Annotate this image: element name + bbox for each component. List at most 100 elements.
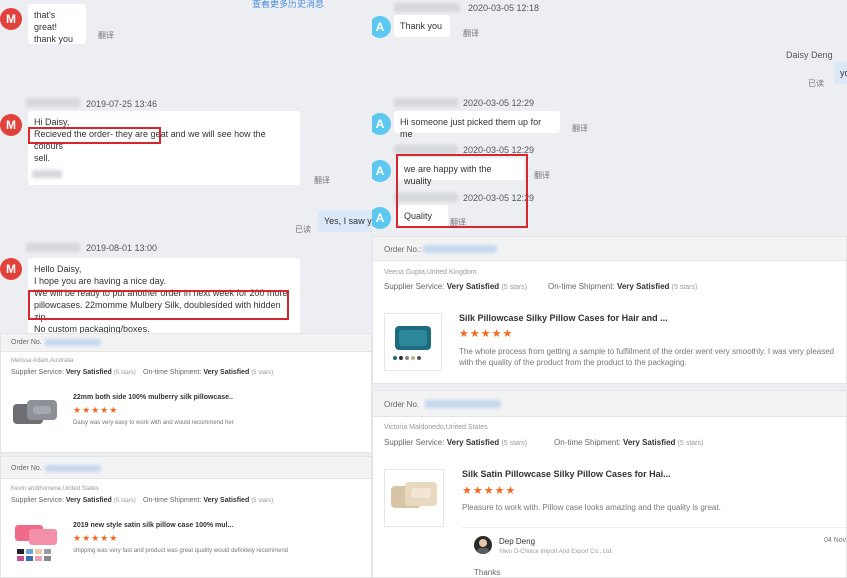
review-comment: Pleasure to work with. Pillow case looks… (462, 503, 721, 512)
buyer-avatar: M (0, 8, 22, 30)
message-text: yo (840, 68, 847, 78)
teal-pillowcase-icon (393, 326, 431, 360)
shipment-rating: On-time Shipment: Very Satisfied (5 star… (548, 282, 697, 291)
shipment-value: Very Satisfied (622, 438, 676, 447)
chat-bubble: Thank you (394, 15, 450, 37)
translate-link[interactable]: 翻译 (534, 170, 550, 181)
supplier-label: Supplier Service: (384, 438, 445, 447)
shipment-stars: (5 stars) (677, 440, 704, 447)
review-card: Order No. Victoria Maldonedo,United Stat… (372, 390, 847, 578)
order-header: Order No. (373, 391, 846, 417)
review-comment-line: with the quality of the product from the… (459, 358, 687, 367)
order-label: Order No.: (384, 245, 422, 254)
pink-pillowcase-icon (15, 525, 57, 561)
message-timestamp: 2020-03-05 12:29 (463, 98, 535, 108)
shipment-rating: On-time Shipment: Very Satisfied (5 star… (143, 497, 273, 504)
rating-stars: ★★★★★ (462, 485, 517, 497)
translate-link[interactable]: 翻译 (463, 28, 479, 39)
product-title[interactable]: 22mm both side 100% mulberry silk pillow… (73, 394, 233, 401)
product-image[interactable] (11, 519, 61, 565)
blurred-sender-name (394, 98, 458, 107)
message-text: that's great! (34, 10, 58, 32)
review-card: Order No. Kevin andthomene,United States… (0, 456, 372, 578)
supplier-rating: Supplier Service: Very Satisfied (5 star… (11, 369, 136, 376)
blurred-sender-name (26, 243, 80, 252)
seller-avatar (474, 536, 492, 554)
review-card: Order No.: Veena Gupta,United Kingdom Su… (372, 236, 847, 384)
translate-link[interactable]: 翻译 (572, 123, 588, 134)
blurred-sender-name (26, 98, 80, 107)
blurred-order-number (423, 245, 497, 253)
message-text: Thank you (400, 21, 443, 31)
highlight-box (396, 154, 528, 228)
history-link[interactable]: 查看更多历史消息 (252, 0, 324, 10)
order-header: Order No. (1, 334, 371, 352)
supplier-value: Very Satisfied (446, 282, 500, 291)
message-text: Hello Daisy, (34, 264, 82, 274)
highlight-box (28, 290, 289, 320)
supplier-stars: (5 stars) (113, 498, 136, 504)
blurred-order-number (45, 465, 101, 472)
buyer-avatar: A (372, 207, 391, 229)
order-header: Order No. (1, 457, 371, 479)
rating-stars: ★★★★★ (459, 328, 514, 340)
buyer-avatar: A (372, 160, 391, 182)
seller-bubble: yo (834, 62, 847, 84)
message-text: No custom packaging/boxes. (34, 324, 150, 333)
blurred-content (32, 170, 62, 178)
gray-pillowcase-icon (13, 400, 57, 424)
product-image[interactable] (11, 392, 61, 436)
champagne-pillowcase-icon (391, 482, 437, 508)
supplier-stars: (5 stars) (501, 440, 528, 447)
review-comment-line: The whole process from getting a sample … (459, 347, 835, 356)
left-chat-panel: 查看更多历史消息 M that's great! thank you 翻译 20… (0, 0, 372, 333)
shipment-value: Very Satisfied (203, 369, 250, 376)
supplier-label: Supplier Service: (11, 369, 64, 376)
product-image[interactable] (384, 313, 442, 371)
order-label: Order No. (384, 400, 420, 409)
highlight-box (28, 127, 161, 144)
review-comment: The whole process from getting a sample … (459, 346, 834, 368)
product-image[interactable] (384, 469, 444, 527)
shipment-stars: (5 stars) (251, 370, 274, 376)
shipment-label: On-time Shipment: (548, 282, 615, 291)
rating-stars: ★★★★★ (73, 405, 119, 415)
seller-reply: Dep Deng Yiwu O-Choice Import And Export… (462, 527, 846, 577)
product-title[interactable]: 2019 new style satin silk pillow case 10… (73, 522, 233, 529)
shipment-value: Very Satisfied (616, 282, 670, 291)
supplier-label: Supplier Service: (11, 497, 64, 504)
message-text: sell. (34, 153, 51, 163)
buyer-avatar: M (0, 258, 22, 280)
supplier-stars: (5 stars) (501, 284, 528, 291)
person-avatar-icon (477, 539, 489, 554)
review-comment: Daisy was very easy to work with and wou… (73, 420, 234, 426)
message-text: I hope you are having a nice day. (34, 276, 166, 286)
message-timestamp: 2020-03-05 12:18 (468, 3, 540, 13)
shipment-stars: (5 stars) (251, 498, 274, 504)
shipment-value: Very Satisfied (203, 497, 250, 504)
blurred-sender-name (394, 145, 458, 154)
order-header: Order No.: (373, 237, 846, 261)
shipment-label: On-time Shipment: (143, 369, 202, 376)
translate-link[interactable]: 翻译 (314, 175, 330, 186)
blurred-sender-name (394, 3, 460, 12)
shipment-label: On-time Shipment: (143, 497, 202, 504)
shipment-label: On-time Shipment: (554, 438, 621, 447)
supplier-rating: Supplier Service: Very Satisfied (5 star… (384, 282, 527, 291)
message-timestamp: 2019-08-01 13:00 (86, 243, 158, 253)
chat-bubble: that's great! thank you (28, 4, 86, 44)
product-title[interactable]: Silk Satin Pillowcase Silky Pillow Cases… (462, 469, 671, 479)
supplier-value: Very Satisfied (446, 438, 500, 447)
supplier-rating: Supplier Service: Very Satisfied (5 star… (11, 497, 136, 504)
shipment-stars: (5 stars) (671, 284, 698, 291)
product-title[interactable]: Silk Pillowcase Silky Pillow Cases for H… (459, 313, 668, 323)
chat-bubble: Hi someone just picked them up for me (394, 111, 560, 139)
reply-company: Yiwu O-Choice Import And Export Co., Ltd… (499, 549, 613, 555)
translate-link[interactable]: 翻译 (98, 30, 114, 41)
message-text: Hi someone just picked them up for me (400, 117, 542, 139)
supplier-label: Supplier Service: (384, 282, 445, 291)
buyer-name: Melissa Adam,Australia (11, 358, 74, 364)
supplier-stars: (5 stars) (113, 370, 136, 376)
rating-stars: ★★★★★ (73, 533, 119, 543)
order-label: Order No. (11, 465, 42, 472)
